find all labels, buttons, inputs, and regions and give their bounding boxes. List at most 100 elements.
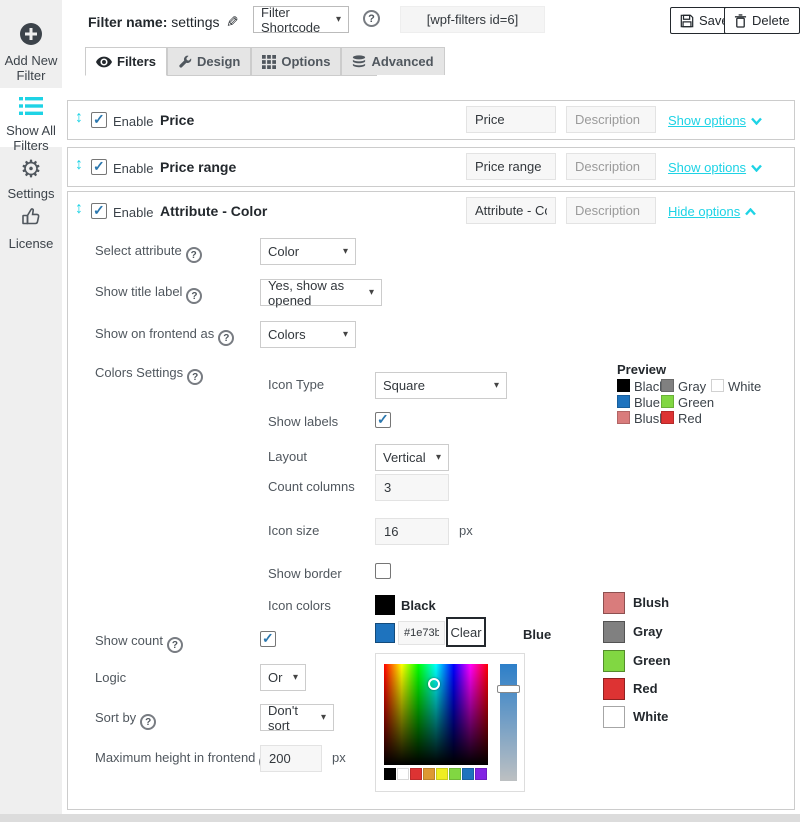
- enable-checkbox[interactable]: [91, 202, 107, 219]
- help-icon[interactable]: ?: [140, 714, 157, 730]
- help-icon[interactable]: ?: [186, 288, 203, 304]
- filter-name-input[interactable]: [466, 197, 556, 224]
- gear-icon: ⚙: [20, 156, 42, 183]
- show-border-checkbox[interactable]: [375, 563, 391, 579]
- icon-type-select[interactable]: Square ▾: [375, 372, 507, 399]
- filter-shortcode-select[interactable]: Filter Shortcode ▾: [253, 5, 349, 35]
- enable-checkbox[interactable]: [91, 111, 107, 128]
- select-attribute-label: Select attribute?: [95, 243, 202, 263]
- preset-swatch[interactable]: [384, 768, 396, 780]
- hide-options-link[interactable]: Hide options: [668, 204, 757, 219]
- help-icon[interactable]: ?: [185, 247, 202, 263]
- tab-design[interactable]: Design: [167, 47, 252, 75]
- thumbs-up-icon: [0, 205, 62, 232]
- select-attribute-value: Color: [268, 244, 300, 259]
- list-icon: [0, 96, 62, 119]
- show-labels-checkbox[interactable]: [375, 411, 391, 428]
- delete-button[interactable]: Delete: [724, 7, 800, 34]
- sidebar-item-settings[interactable]: ⚙ Settings: [0, 158, 62, 206]
- show-on-frontend-select[interactable]: Colors ▾: [260, 321, 356, 348]
- icon-size-unit: px: [459, 523, 473, 538]
- sidebar-item-license[interactable]: License: [0, 205, 62, 261]
- preview-label: Green: [678, 395, 715, 410]
- attr-color-swatch-white[interactable]: [603, 706, 625, 728]
- wpf-filters-admin-page: Add New Filter Show All Filters ⚙ Settin…: [0, 0, 800, 822]
- filter-description-input[interactable]: [566, 106, 656, 133]
- drag-handle-icon[interactable]: ↕: [75, 201, 83, 217]
- show-options-label: Show options: [668, 160, 747, 175]
- count-columns-input[interactable]: [375, 474, 449, 501]
- drag-handle-icon[interactable]: ↕: [75, 110, 83, 126]
- preview-swatch-green: [661, 395, 674, 408]
- tab-label: Options: [281, 54, 331, 69]
- attr-color-swatch-green[interactable]: [603, 650, 625, 672]
- preset-swatch[interactable]: [475, 768, 487, 780]
- show-options-link[interactable]: Show options: [668, 113, 762, 128]
- enable-checkbox[interactable]: [91, 158, 107, 175]
- show-on-frontend-label: Show on frontend as?: [95, 326, 235, 346]
- color-picker-presets: [384, 768, 487, 780]
- help-icon[interactable]: ?: [187, 369, 204, 385]
- attr-color-swatch-gray[interactable]: [603, 621, 625, 643]
- attr-color-label: Gray: [633, 624, 663, 639]
- help-icon[interactable]: ?: [218, 330, 235, 346]
- show-title-label-select[interactable]: Yes, show as opened ▾: [260, 278, 382, 308]
- logic-select[interactable]: Or ▾: [260, 664, 306, 691]
- shortcode-help-icon[interactable]: ?: [363, 10, 380, 27]
- icon-color-swatch-black[interactable]: [375, 595, 395, 615]
- filter-name-input[interactable]: [466, 106, 556, 133]
- attr-color-swatch-red[interactable]: [603, 678, 625, 700]
- tab-advanced[interactable]: Advanced: [341, 47, 445, 75]
- icon-color-label-black: Black: [401, 598, 436, 613]
- preview-label: Blue: [634, 395, 661, 410]
- show-options-label: Show options: [668, 113, 747, 128]
- icon-size-input[interactable]: [375, 518, 449, 545]
- tab-options[interactable]: Options: [251, 47, 342, 75]
- preset-swatch[interactable]: [449, 768, 461, 780]
- preset-swatch[interactable]: [462, 768, 474, 780]
- shortcode-value[interactable]: [wpf-filters id=6]: [400, 6, 545, 33]
- show-count-label: Show count?: [95, 633, 183, 653]
- color-picker-slider-handle[interactable]: [497, 685, 520, 693]
- preset-swatch[interactable]: [397, 768, 409, 780]
- edit-pencil-icon[interactable]: ✎: [226, 13, 239, 31]
- preview-swatch-blue: [617, 395, 630, 408]
- wrench-icon: [179, 55, 192, 68]
- sidebar-item-label: License: [8, 236, 54, 251]
- layout-label: Layout: [268, 449, 308, 464]
- preset-swatch[interactable]: [436, 768, 448, 780]
- attr-color-swatch-blush[interactable]: [603, 592, 625, 614]
- preview-swatch-blush: [617, 411, 630, 424]
- select-attribute-select[interactable]: Color ▾: [260, 238, 356, 265]
- help-icon[interactable]: ?: [166, 637, 183, 653]
- show-count-checkbox[interactable]: [260, 630, 276, 647]
- layout-select[interactable]: Vertical ▾: [375, 444, 449, 471]
- sidebar-item-add-new-filter[interactable]: Add New Filter: [0, 20, 62, 86]
- icon-color-hex-input[interactable]: [398, 621, 445, 645]
- max-height-input[interactable]: [260, 745, 322, 772]
- filter-description-input[interactable]: [566, 197, 656, 224]
- icon-type-label: Icon Type: [268, 377, 325, 392]
- max-height-label: Maximum height in frontend?: [95, 750, 276, 770]
- color-picker-slider[interactable]: [500, 664, 517, 781]
- logic-value: Or: [268, 670, 283, 685]
- sort-by-select[interactable]: Don't sort ▾: [260, 702, 334, 733]
- tab-filters[interactable]: Filters: [85, 47, 168, 76]
- filter-name-input[interactable]: [466, 153, 556, 180]
- drag-handle-icon[interactable]: ↕: [75, 157, 83, 173]
- chevron-down-icon: ▾: [435, 452, 441, 463]
- color-picker-cursor[interactable]: [428, 678, 440, 690]
- sidebar-item-show-all-filters[interactable]: Show All Filters: [0, 88, 62, 153]
- page-bottom-edge: [0, 814, 800, 822]
- colors-settings-label: Colors Settings?: [95, 365, 204, 385]
- layout-value: Vertical: [383, 450, 426, 465]
- clear-color-button[interactable]: Clear: [446, 617, 486, 647]
- show-options-link[interactable]: Show options: [668, 160, 762, 175]
- preview-swatch-black: [617, 379, 630, 392]
- preset-swatch[interactable]: [423, 768, 435, 780]
- sidebar-item-label: Settings: [7, 186, 55, 201]
- icon-color-swatch-blue[interactable]: [375, 623, 395, 643]
- filter-description-input[interactable]: [566, 153, 656, 180]
- preset-swatch[interactable]: [410, 768, 422, 780]
- sort-by-value: Don't sort: [268, 702, 298, 733]
